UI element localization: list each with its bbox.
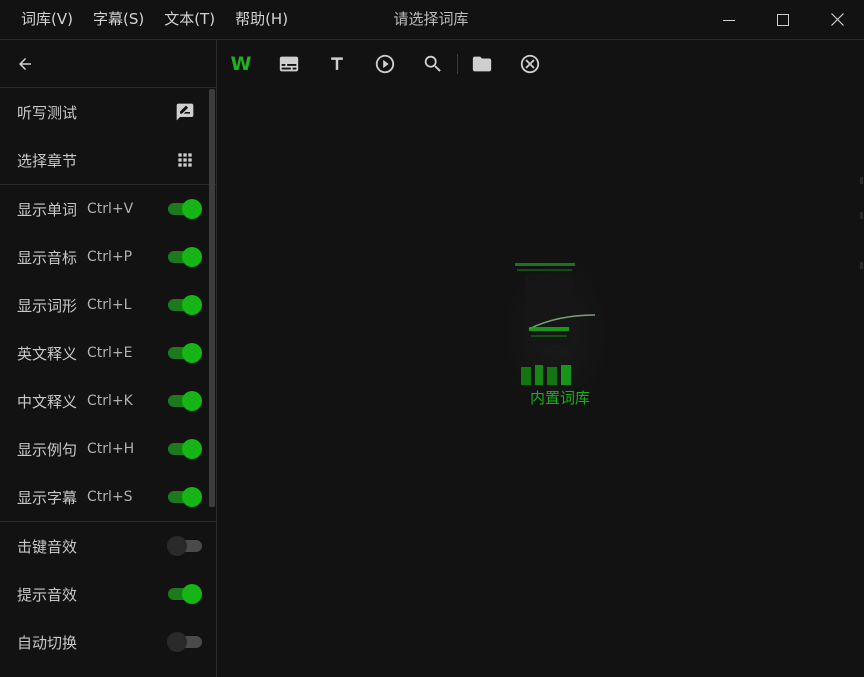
edge-mark xyxy=(860,262,863,269)
apps-grid-icon xyxy=(178,153,192,167)
menu-subtitles[interactable]: 字幕(S) xyxy=(83,0,154,39)
edge-mark xyxy=(860,212,863,219)
minimize-icon xyxy=(723,19,735,21)
toggle-row-chinese-definition: 中文释义 Ctrl+K xyxy=(0,377,216,425)
hint-sound-label: 提示音效 xyxy=(17,585,78,604)
show-phonetic-switch[interactable] xyxy=(168,247,204,267)
select-chapter-label: 选择章节 xyxy=(17,151,78,170)
title-bar: 词库(V) 字幕(S) 文本(T) 帮助(H) 请选择词库 xyxy=(0,0,864,40)
search-icon xyxy=(424,55,441,72)
library-cover-icon xyxy=(507,257,607,397)
show-word-label: 显示单词 xyxy=(17,200,78,219)
menu-vocabulary[interactable]: 词库(V) xyxy=(11,0,83,39)
word-mode-button[interactable]: W xyxy=(217,40,265,87)
menu-text[interactable]: 文本(T) xyxy=(154,0,225,39)
toggle-row-keystroke-sound: 击键音效 xyxy=(0,522,216,570)
play-button[interactable] xyxy=(361,40,409,87)
toggle-row-show-word-forms: 显示词形 Ctrl+L xyxy=(0,281,216,329)
keystroke-sound-label: 击键音效 xyxy=(17,537,78,556)
toggle-row-show-phonetic: 显示音标 Ctrl+P xyxy=(0,233,216,281)
show-example-shortcut: Ctrl+H xyxy=(87,441,135,457)
show-word-switch[interactable] xyxy=(168,199,204,219)
main-content: 内置词库 xyxy=(217,87,864,677)
keystroke-sound-switch[interactable] xyxy=(167,536,204,556)
sidebar-actions: 听写测试 选择章节 xyxy=(0,88,216,185)
search-button[interactable] xyxy=(409,40,457,87)
close-icon xyxy=(830,13,844,26)
display-toggles: 显示单词 Ctrl+V 显示音标 Ctrl+P 显示词形 Ctrl+L 英文释义… xyxy=(0,185,216,522)
close-library-button[interactable] xyxy=(506,40,554,87)
show-subtitle-switch[interactable] xyxy=(168,487,204,507)
show-word-forms-switch[interactable] xyxy=(168,295,204,315)
show-phonetic-label: 显示音标 xyxy=(17,248,78,267)
select-chapter-item[interactable]: 选择章节 xyxy=(0,136,216,184)
show-subtitle-label: 显示字幕 xyxy=(17,488,78,507)
menu-bar: 词库(V) 字幕(S) 文本(T) 帮助(H) xyxy=(0,0,298,39)
maximize-icon xyxy=(777,13,789,26)
toggle-row-english-definition: 英文释义 Ctrl+E xyxy=(0,329,216,377)
auto-switch-switch[interactable] xyxy=(167,632,204,652)
auto-switch-label: 自动切换 xyxy=(17,633,78,652)
sound-toggles: 击键音效 提示音效 自动切换 xyxy=(0,522,216,666)
minimize-button[interactable] xyxy=(702,0,756,39)
toggle-row-show-example: 显示例句 Ctrl+H xyxy=(0,425,216,473)
show-word-shortcut: Ctrl+V xyxy=(87,201,134,217)
maximize-button[interactable] xyxy=(756,0,810,39)
play-circle-icon xyxy=(375,54,395,73)
cancel-circle-icon xyxy=(520,54,540,73)
toggle-row-show-subtitle: 显示字幕 Ctrl+S xyxy=(0,473,216,521)
settings-sidebar: 听写测试 选择章节 显示单词 Ctrl+V 显示音标 Ctrl+P 显示词形 C… xyxy=(0,40,217,677)
show-phonetic-shortcut: Ctrl+P xyxy=(87,249,133,265)
folder-icon xyxy=(472,56,492,71)
chinese-definition-label: 中文释义 xyxy=(17,392,78,411)
show-example-switch[interactable] xyxy=(168,439,204,459)
main-toolbar: W xyxy=(217,40,864,87)
text-mode-button[interactable] xyxy=(313,40,361,87)
show-word-forms-label: 显示词形 xyxy=(17,296,78,315)
toggle-row-hint-sound: 提示音效 xyxy=(0,570,216,618)
open-folder-button[interactable] xyxy=(458,40,506,87)
back-row xyxy=(0,40,216,88)
rate-review-icon xyxy=(176,103,194,121)
show-example-label: 显示例句 xyxy=(17,440,78,459)
english-definition-shortcut: Ctrl+E xyxy=(87,345,133,361)
chinese-definition-switch[interactable] xyxy=(168,391,204,411)
subtitles-icon xyxy=(279,56,299,71)
subtitle-mode-button[interactable] xyxy=(265,40,313,87)
hint-sound-switch[interactable] xyxy=(168,584,204,604)
english-definition-switch[interactable] xyxy=(168,343,204,363)
show-word-forms-shortcut: Ctrl+L xyxy=(87,297,132,313)
chinese-definition-shortcut: Ctrl+K xyxy=(87,393,133,409)
edge-mark xyxy=(860,177,863,184)
show-subtitle-shortcut: Ctrl+S xyxy=(87,489,133,505)
close-button[interactable] xyxy=(810,0,864,39)
arrow-back-icon[interactable] xyxy=(16,55,34,73)
window-title: 请选择词库 xyxy=(393,10,469,28)
menu-help[interactable]: 帮助(H) xyxy=(225,0,298,39)
toggle-row-auto-switch: 自动切换 xyxy=(0,618,216,666)
built-in-library-label[interactable]: 内置词库 xyxy=(497,387,623,408)
built-in-library-card[interactable] xyxy=(507,257,607,397)
english-definition-label: 英文释义 xyxy=(17,344,78,363)
dictation-test-label: 听写测试 xyxy=(17,103,78,122)
text-icon xyxy=(331,56,343,70)
word-mode-icon: W xyxy=(230,52,252,75)
window-controls xyxy=(702,0,864,39)
dictation-test-item[interactable]: 听写测试 xyxy=(0,88,216,136)
toggle-row-show-word: 显示单词 Ctrl+V xyxy=(0,185,216,233)
